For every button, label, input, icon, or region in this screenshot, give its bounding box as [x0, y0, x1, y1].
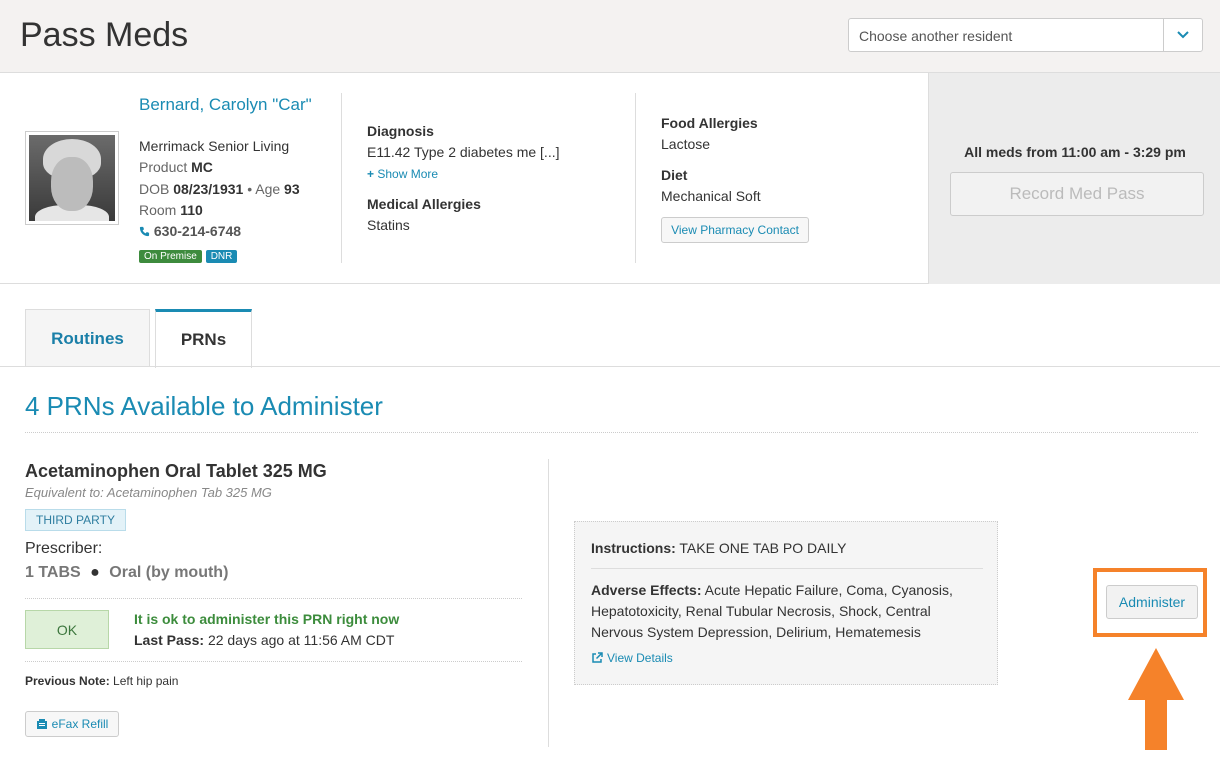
- divider: [25, 598, 522, 599]
- medication-name: Acetaminophen Oral Tablet 325 MG: [25, 461, 327, 481]
- resident-select-placeholder: Choose another resident: [859, 28, 1013, 44]
- diet-value: Mechanical Soft: [661, 188, 761, 204]
- page-title: Pass Meds: [20, 16, 189, 54]
- diagnosis-label: Diagnosis: [367, 123, 434, 139]
- phone-icon: [139, 226, 150, 237]
- view-pharmacy-contact-button[interactable]: View Pharmacy Contact: [661, 217, 809, 243]
- divider: [25, 661, 522, 662]
- resident-select[interactable]: Choose another resident: [848, 18, 1203, 52]
- resident-product: Product MC: [139, 159, 213, 175]
- resident-dob-age: DOB 08/23/1931 • Age 93: [139, 181, 300, 197]
- tabs-baseline: [0, 366, 1220, 367]
- product-label: Product: [139, 159, 188, 175]
- product-value: MC: [191, 159, 213, 175]
- view-details-link[interactable]: View Details: [591, 651, 673, 665]
- age-label: Age: [255, 181, 281, 197]
- med-pass-box: All meds from 11:00 am - 3:29 pm Record …: [928, 73, 1220, 284]
- ok-status-box: OK: [25, 610, 109, 649]
- fax-icon: [36, 719, 47, 729]
- instructions: Instructions: TAKE ONE TAB PO DAILY: [591, 540, 846, 556]
- dob-bullet: •: [247, 181, 253, 197]
- plus-icon: +: [367, 167, 375, 181]
- efax-refill-label: eFax Refill: [51, 717, 109, 731]
- diet-label: Diet: [661, 167, 688, 183]
- dose-route: 1 TABS ● Oral (by mouth): [25, 564, 228, 582]
- resident-room: Room 110: [139, 202, 203, 218]
- dose-value: 1 TABS: [25, 564, 81, 581]
- resident-phone[interactable]: 630-214-6748: [139, 223, 241, 239]
- medical-allergies-value: Statins: [367, 217, 410, 233]
- tab-prns[interactable]: PRNs: [155, 309, 252, 368]
- resident-badges: On Premise DNR: [139, 246, 238, 263]
- resident-photo: [25, 131, 119, 225]
- food-allergies-value: Lactose: [661, 136, 711, 152]
- last-pass-value: 22 days ago at 11:56 AM CDT: [207, 632, 395, 648]
- last-pass-label: Last Pass:: [134, 632, 205, 648]
- medication-equivalent: Equivalent to: Acetaminophen Tab 325 MG: [25, 485, 272, 500]
- room-value: 110: [180, 202, 203, 218]
- tab-routines[interactable]: Routines: [25, 309, 150, 367]
- all-meds-window: All meds from 11:00 am - 3:29 pm: [964, 144, 1186, 160]
- adverse-effects: Adverse Effects: Acute Hepatic Failure, …: [591, 580, 981, 643]
- resident-name[interactable]: Bernard, Carolyn "Car": [139, 94, 329, 116]
- dose-bullet: ●: [90, 564, 100, 581]
- resident-panel: Bernard, Carolyn "Car" Merrimack Senior …: [0, 73, 1220, 284]
- divider: [341, 93, 342, 263]
- on-premise-badge: On Premise: [139, 250, 202, 263]
- ok-message: It is ok to administer this PRN right no…: [134, 611, 400, 627]
- adverse-effects-label: Adverse Effects:: [591, 582, 702, 598]
- room-label: Room: [139, 202, 177, 218]
- instructions-label: Instructions:: [591, 540, 676, 556]
- diagnosis-value: E11.42 Type 2 diabetes me [...]: [367, 144, 560, 160]
- age-value: 93: [284, 181, 300, 197]
- column-divider: [548, 459, 549, 747]
- divider: [635, 93, 636, 263]
- divider: [591, 568, 983, 569]
- show-more-link[interactable]: + Show More: [367, 167, 438, 181]
- previous-note-value: Left hip pain: [113, 674, 179, 688]
- previous-note-label: Previous Note:: [25, 674, 110, 688]
- phone-number: 630-214-6748: [153, 223, 242, 239]
- external-link-icon: [592, 652, 603, 663]
- view-details-label: View Details: [607, 651, 673, 665]
- prn-heading: 4 PRNs Available to Administer: [25, 391, 383, 421]
- dnr-badge: DNR: [205, 250, 238, 263]
- top-bar: Pass Meds Choose another resident: [0, 0, 1220, 73]
- medical-allergies-label: Medical Allergies: [367, 196, 481, 212]
- dob-label: DOB: [139, 181, 170, 197]
- prescriber-label: Prescriber:: [25, 540, 103, 557]
- last-pass: Last Pass: 22 days ago at 11:56 AM CDT: [134, 632, 394, 648]
- administer-button[interactable]: Administer: [1106, 585, 1198, 619]
- instructions-box: Instructions: TAKE ONE TAB PO DAILY Adve…: [574, 521, 998, 685]
- route-value: Oral (by mouth): [109, 564, 229, 581]
- third-party-tag: THIRD PARTY: [25, 509, 126, 531]
- food-allergies-label: Food Allergies: [661, 115, 758, 131]
- efax-refill-button[interactable]: eFax Refill: [25, 711, 119, 737]
- chevron-down-icon[interactable]: [1163, 19, 1202, 51]
- resident-facility: Merrimack Senior Living: [139, 138, 290, 154]
- previous-note: Previous Note: Left hip pain: [25, 674, 178, 688]
- record-med-pass-button[interactable]: Record Med Pass: [950, 172, 1204, 216]
- divider: [25, 432, 1198, 433]
- instructions-value: TAKE ONE TAB PO DAILY: [679, 540, 847, 556]
- show-more-label: Show More: [377, 167, 439, 181]
- arrow-up-icon: [1128, 648, 1184, 750]
- dob-value: 08/23/1931: [173, 181, 244, 197]
